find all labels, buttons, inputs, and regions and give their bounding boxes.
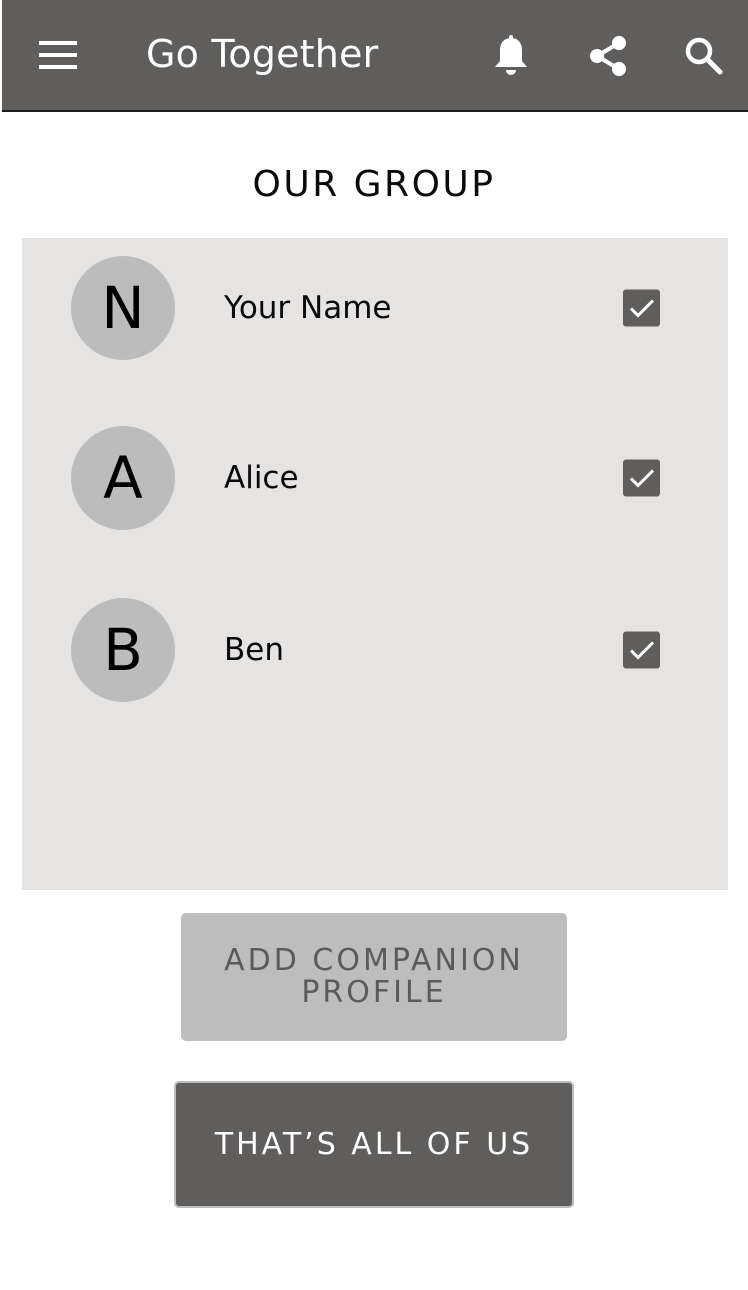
group-member-list: N Your Name A Alice B Ben bbox=[22, 238, 728, 890]
member-name: Ben bbox=[224, 632, 284, 668]
avatar: B bbox=[71, 598, 175, 702]
member-checkbox[interactable] bbox=[623, 631, 660, 669]
share-icon bbox=[590, 36, 626, 76]
member-name: Alice bbox=[224, 460, 299, 496]
member-row: A Alice bbox=[22, 426, 728, 530]
notifications-button[interactable] bbox=[483, 28, 539, 84]
bell-icon bbox=[495, 35, 527, 75]
menu-icon bbox=[39, 41, 77, 69]
app-bar: Go Together bbox=[2, 0, 748, 112]
member-name: Your Name bbox=[224, 290, 392, 326]
member-checkbox[interactable] bbox=[623, 289, 660, 327]
thats-all-of-us-label: THAT’S ALL OF US bbox=[214, 1127, 534, 1162]
checkmark-icon bbox=[629, 640, 654, 660]
add-companion-profile-button[interactable]: ADD COMPANION PROFILE bbox=[181, 913, 567, 1041]
avatar: N bbox=[71, 256, 175, 360]
section-title: OUR GROUP bbox=[252, 164, 496, 205]
checkmark-icon bbox=[629, 298, 654, 318]
add-companion-profile-label: ADD COMPANION PROFILE bbox=[224, 943, 524, 1010]
avatar: A bbox=[71, 426, 175, 530]
search-button[interactable] bbox=[676, 28, 732, 84]
menu-button[interactable] bbox=[30, 27, 86, 83]
member-row: N Your Name bbox=[22, 256, 728, 360]
share-button[interactable] bbox=[580, 28, 636, 84]
thats-all-of-us-button[interactable]: THAT’S ALL OF US bbox=[174, 1081, 574, 1208]
member-row: B Ben bbox=[22, 598, 728, 702]
search-icon bbox=[685, 37, 723, 75]
member-checkbox[interactable] bbox=[623, 459, 660, 497]
app-title: Go Together bbox=[146, 32, 379, 76]
checkmark-icon bbox=[629, 468, 654, 488]
